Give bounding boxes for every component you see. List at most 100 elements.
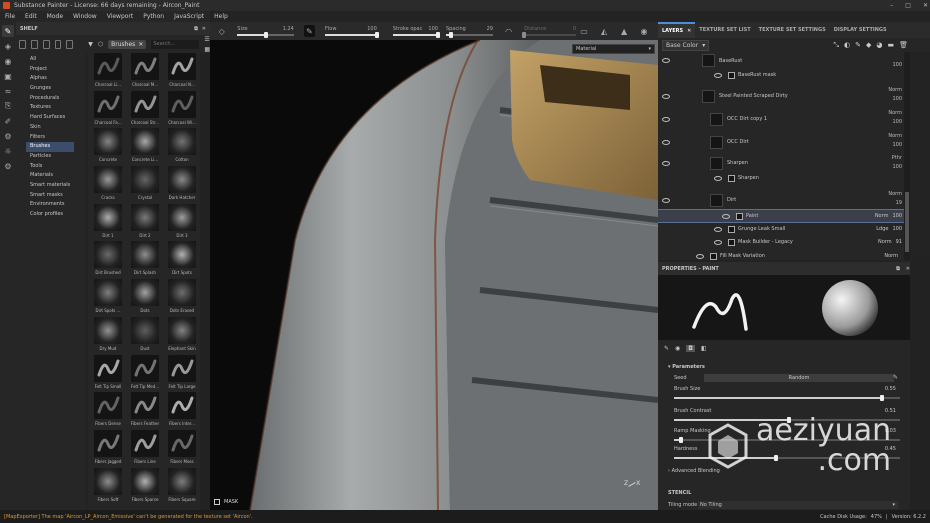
blend-mode-opacity[interactable]: Norm 91 (878, 239, 902, 245)
brush-item[interactable]: Felt Tip Large (165, 354, 199, 393)
bake-icon[interactable]: ⚙ (2, 130, 14, 142)
minimize-button[interactable]: – (890, 2, 893, 9)
shelf-category-item[interactable]: Particles (16, 152, 86, 162)
brush-item[interactable]: Charcoal Li... (91, 53, 125, 91)
brush-item[interactable]: Cracks (91, 166, 125, 204)
shelf-float-icon[interactable]: ⧉ (194, 26, 198, 32)
mask-toggle[interactable]: MASK (214, 499, 238, 505)
pen-pressure-icon[interactable]: ✎ (303, 25, 316, 37)
shelf-category-item[interactable]: Hard Surfaces (16, 113, 86, 123)
menu-javascript[interactable]: JavaScript (174, 13, 204, 20)
layer-row[interactable]: BaseRust 100 (658, 52, 910, 69)
layer-row[interactable]: BaseRust mask (658, 69, 910, 81)
stencil-tab-icon[interactable]: ◧ (701, 345, 707, 352)
brush-item[interactable]: Fibers Sparse (128, 467, 162, 506)
geometry-mask-icon[interactable]: ▣ (2, 70, 14, 82)
param-value[interactable]: 0.55 (885, 386, 896, 392)
layer-opacity[interactable]: 100 (892, 62, 902, 68)
hide-icon[interactable] (54, 39, 62, 49)
brush-item[interactable]: Dirt Splash (128, 241, 162, 279)
blend-mode-opacity[interactable] (898, 72, 902, 78)
menu-file[interactable]: File (5, 13, 15, 20)
tab-display-settings[interactable]: DISPLAY SETTINGS (830, 22, 891, 38)
new-folder-icon[interactable] (19, 39, 26, 49)
layer-opacity[interactable]: 100 (892, 142, 902, 148)
layer-opacity[interactable]: 100 (892, 119, 902, 125)
add-mask-icon[interactable]: ◐ (844, 41, 850, 50)
tab-layers[interactable]: LAYERS ✕ (658, 22, 696, 38)
brush-item[interactable]: Dirt 3 (165, 203, 199, 242)
seed-edit-icon[interactable]: ✎ (893, 374, 898, 381)
visibility-eye-icon[interactable] (714, 239, 722, 245)
size-slider[interactable] (237, 32, 294, 38)
paint-brush-icon[interactable]: ✎ (2, 25, 14, 37)
close-button[interactable]: ✕ (923, 2, 928, 9)
layer-row[interactable]: OCC Dirt Norm 100 (658, 132, 910, 152)
shelf-category-item[interactable]: Filters (16, 133, 86, 143)
brush-item[interactable]: Fibers Line (128, 429, 162, 468)
shelf-category-item[interactable]: Grunges (16, 84, 86, 94)
parameters-section[interactable]: ▾ Parameters (668, 364, 705, 370)
spacing-slider[interactable] (445, 32, 493, 38)
brush-item[interactable]: Dirt Spots ... (91, 279, 125, 317)
material-picker-icon[interactable]: ✐ (2, 115, 14, 127)
brush-item[interactable]: Charcoal Fa... (91, 90, 125, 129)
add-smart-material-icon[interactable]: ◕ (876, 41, 882, 50)
brush-item[interactable]: Charcoal Str... (128, 90, 162, 129)
save-icon[interactable] (42, 39, 50, 49)
seed-random-button[interactable]: Random (704, 374, 894, 382)
shelf-category-item[interactable]: Environments (16, 200, 86, 210)
properties-scrollbar[interactable] (910, 262, 930, 510)
delete-layer-icon[interactable]: 🗑 (899, 41, 908, 50)
shelf-category-item[interactable]: Alphas (16, 74, 86, 84)
brush-item[interactable]: Felt Tip Small (91, 354, 125, 393)
material-tab-icon[interactable]: ◉ (675, 345, 680, 352)
shelf-category-item[interactable]: All (16, 55, 86, 65)
shelf-category-item[interactable]: Materials (16, 171, 86, 181)
brush-item[interactable]: Fibers Soft (91, 467, 125, 506)
spacing-value[interactable]: 29 (487, 26, 493, 32)
import-icon[interactable] (30, 39, 38, 49)
eraser-icon[interactable]: ◈ (2, 40, 14, 52)
layer-row[interactable]: Dirt Norm 19 (658, 190, 910, 210)
camera-icon[interactable]: ▭ (578, 25, 590, 37)
shelf-search-input[interactable] (151, 39, 200, 49)
alpha-tab-icon[interactable]: ◘ (686, 344, 696, 352)
brush-item[interactable]: Fibers Inter... (165, 392, 199, 430)
shelf-close-icon[interactable]: ✕ (202, 26, 206, 32)
brush-item[interactable]: Dust (128, 316, 162, 355)
spacing-control[interactable]: Spacing 29 (445, 26, 493, 38)
properties-float-icon[interactable]: ⧉ (896, 266, 900, 272)
blend-mode-opacity[interactable]: Ldge 100 (876, 226, 902, 232)
visibility-eye-icon[interactable] (662, 93, 670, 99)
layer-row[interactable]: Sharpen Pthr 100 (658, 154, 910, 172)
menu-viewport[interactable]: Viewport (107, 13, 134, 20)
layer-opacity[interactable]: 19 (896, 200, 902, 206)
size-control[interactable]: Size 1.24 (237, 26, 294, 38)
visibility-eye-icon[interactable] (722, 213, 730, 219)
visibility-eye-icon[interactable] (714, 72, 722, 78)
shelf-category-item[interactable]: Procedurals (16, 94, 86, 104)
menu-python[interactable]: Python (143, 13, 164, 20)
visibility-eye-icon[interactable] (662, 197, 670, 203)
flow-slider[interactable] (325, 32, 379, 38)
visibility-eye-icon[interactable] (696, 253, 704, 259)
visibility-eye-icon[interactable] (662, 116, 670, 122)
filter-icon[interactable]: ▼ (88, 41, 93, 48)
blend-mode-opacity[interactable]: Norm 100 (875, 213, 902, 219)
brush-item[interactable]: Charcoal N... (165, 53, 199, 91)
distance-control[interactable]: Distance 0 (522, 26, 577, 38)
channel-dropdown[interactable]: Base Color ▾ (662, 39, 710, 51)
render-icon[interactable]: ▲ (618, 25, 630, 37)
stroke-opacity-control[interactable]: Stroke opac 100 (392, 26, 440, 38)
brush-item[interactable]: Concrete Li... (128, 128, 162, 166)
visibility-eye-icon[interactable] (714, 226, 722, 232)
filter-chip[interactable]: Brushes ✕ (108, 39, 147, 49)
layer-row[interactable]: Fill Mask Variation Norm (658, 250, 910, 260)
menu-mode[interactable]: Mode (47, 13, 63, 20)
layer-row[interactable]: Paint Norm 100 (658, 209, 910, 223)
add-folder-icon[interactable]: ▬ (887, 41, 894, 50)
brush-item[interactable]: Charcoal Wi... (165, 90, 199, 129)
layer-row[interactable]: Steel Painted Scraped Dirty Norm 100 (658, 86, 910, 106)
settings-icon[interactable]: ⚙ (2, 160, 14, 172)
